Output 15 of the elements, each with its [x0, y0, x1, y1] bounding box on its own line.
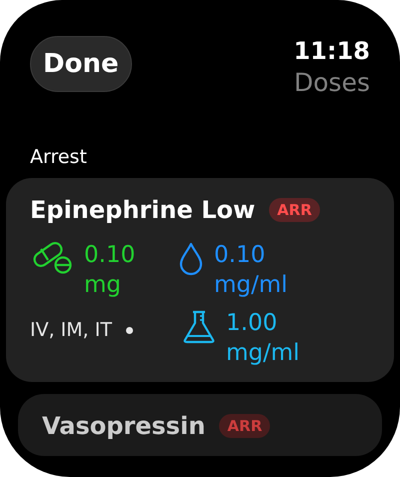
clock-time: 11:18	[294, 36, 370, 66]
section-heading: Arrest	[29, 145, 88, 170]
dose-amount: 1.00 mg/ml	[226, 309, 300, 368]
drug-name: Vasopressin	[42, 411, 206, 442]
drop-icon	[178, 242, 204, 276]
dose-amount: 0.10 mg/ml	[214, 241, 288, 300]
flask-icon	[182, 310, 216, 344]
screen-title: Doses	[294, 67, 370, 99]
drug-name: Epinephrine Low	[30, 195, 256, 226]
done-button[interactable]: Done	[30, 36, 132, 92]
category-badge: ARR	[219, 414, 270, 438]
dose-amount: 0.10 mg	[84, 241, 136, 300]
route-list: IV, IM, IT	[30, 319, 112, 341]
separator-dot	[126, 326, 133, 334]
category-badge: ARR	[269, 198, 320, 222]
